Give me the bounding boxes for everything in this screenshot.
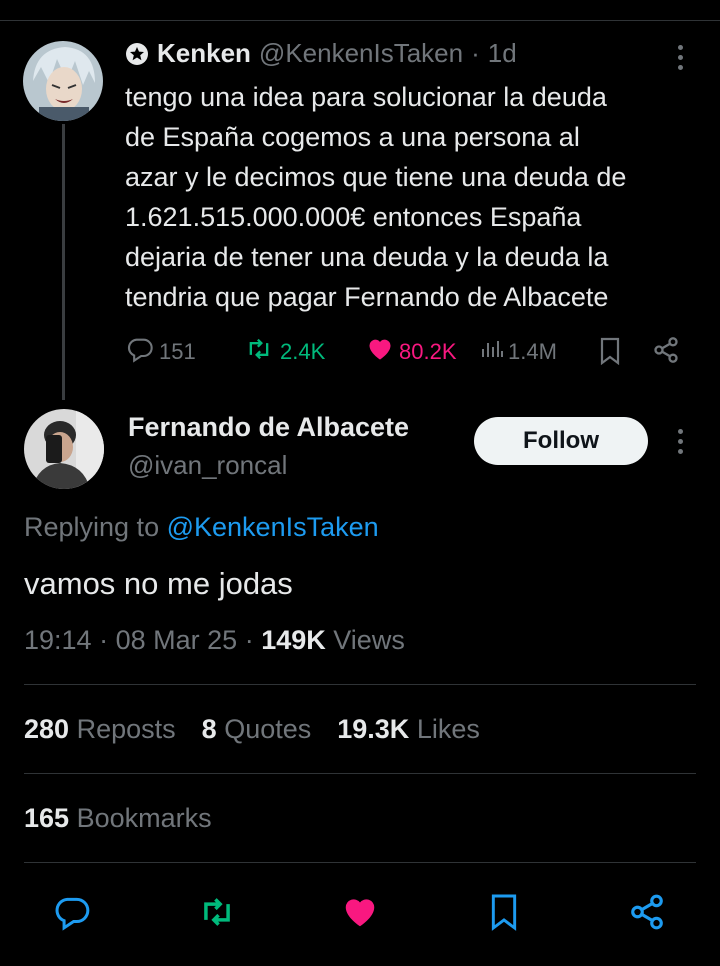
- share-button-icon[interactable]: [628, 893, 666, 936]
- like-action[interactable]: 80.2K: [365, 335, 457, 369]
- views-action[interactable]: 1.4M: [480, 335, 557, 369]
- tweet-line: tendria que pagar Fernando de Albacete: [125, 282, 609, 312]
- like-button-icon[interactable]: [340, 893, 380, 936]
- analytics-icon: [480, 335, 504, 369]
- tweet-date[interactable]: 08 Mar 25: [116, 625, 238, 655]
- kenken-avatar[interactable]: [23, 41, 103, 121]
- community-badge-icon: [125, 42, 149, 66]
- tweet-line: tengo una idea para solucionar la deuda: [125, 82, 607, 112]
- kenken-display-name[interactable]: Kenken: [157, 38, 251, 69]
- repost-action[interactable]: 2.4K: [242, 335, 325, 369]
- quotes-number: 8: [201, 714, 217, 744]
- kenken-time[interactable]: 1d: [488, 38, 517, 69]
- meta-separator: ·: [99, 625, 109, 655]
- fernando-more-icon[interactable]: [677, 429, 683, 454]
- likes-label: Likes: [416, 714, 480, 744]
- tweet-time[interactable]: 19:14: [24, 625, 92, 655]
- likes-number: 19.3K: [337, 714, 410, 744]
- replying-to: Replying to @KenkenIsTaken: [24, 512, 379, 543]
- bookmark-icon[interactable]: [598, 337, 622, 370]
- divider: [24, 862, 696, 863]
- divider: [24, 684, 696, 685]
- bookmarks-label: Bookmarks: [76, 803, 212, 833]
- reposts-stat[interactable]: 280 Reposts: [24, 714, 176, 745]
- reposts-number: 280: [24, 714, 70, 744]
- likes-stat[interactable]: 19.3K Likes: [337, 714, 480, 745]
- follow-button[interactable]: Follow: [474, 417, 648, 465]
- like-count: 80.2K: [399, 339, 457, 364]
- reply-count: 151: [159, 339, 196, 364]
- views-label: Views: [333, 625, 405, 655]
- repost-button-icon[interactable]: [194, 893, 240, 936]
- reply-icon: [125, 335, 155, 369]
- tweet-line: dejaria de tener una deuda y la deuda la: [125, 242, 609, 272]
- fernando-avatar[interactable]: [24, 409, 104, 489]
- reply-button-icon[interactable]: [52, 893, 92, 936]
- reposts-label: Reposts: [76, 714, 176, 744]
- views-count: 1.4M: [508, 339, 557, 364]
- tweet-meta: 19:14 · 08 Mar 25 · 149K Views: [24, 625, 405, 656]
- fernando-handle[interactable]: @ivan_roncal: [128, 450, 287, 481]
- repost-icon: [242, 335, 276, 369]
- tweet-line: de España cogemos a una persona al: [125, 122, 580, 152]
- views-number: 149K: [261, 625, 326, 655]
- time-separator: ·: [471, 38, 480, 68]
- repost-count: 2.4K: [280, 339, 326, 364]
- top-divider: [0, 20, 720, 21]
- tweet-line: 1.621.515.000.000€ entonces España: [125, 202, 582, 232]
- fernando-display-name[interactable]: Fernando de Albacete: [128, 412, 409, 443]
- reply-tweet-text: vamos no me jodas: [24, 566, 293, 601]
- heart-icon: [365, 335, 395, 369]
- replying-to-label: Replying to: [24, 512, 160, 542]
- tweet-line: azar y le decimos que tiene una deuda de: [125, 162, 627, 192]
- engagement-stats: 280 Reposts 8 Quotes 19.3K Likes: [24, 714, 480, 745]
- kenken-header: Kenken @KenkenIsTaken · 1d: [125, 38, 517, 69]
- meta-separator: ·: [244, 625, 254, 655]
- reply-action[interactable]: 151: [125, 335, 196, 369]
- quotes-label: Quotes: [224, 714, 312, 744]
- kenken-tweet-text: tengo una idea para solucionar la deuda …: [125, 77, 626, 317]
- divider: [24, 773, 696, 774]
- bookmarks-stat[interactable]: 165 Bookmarks: [24, 803, 212, 834]
- kenken-handle[interactable]: @KenkenIsTaken: [259, 38, 463, 69]
- bookmark-button-icon[interactable]: [488, 893, 520, 936]
- share-icon[interactable]: [652, 336, 680, 369]
- kenken-more-icon[interactable]: [677, 45, 683, 70]
- thread-connector-line: [62, 124, 65, 400]
- bookmarks-number: 165: [24, 803, 70, 833]
- quotes-stat[interactable]: 8 Quotes: [202, 714, 312, 745]
- replying-to-handle[interactable]: @KenkenIsTaken: [167, 512, 379, 542]
